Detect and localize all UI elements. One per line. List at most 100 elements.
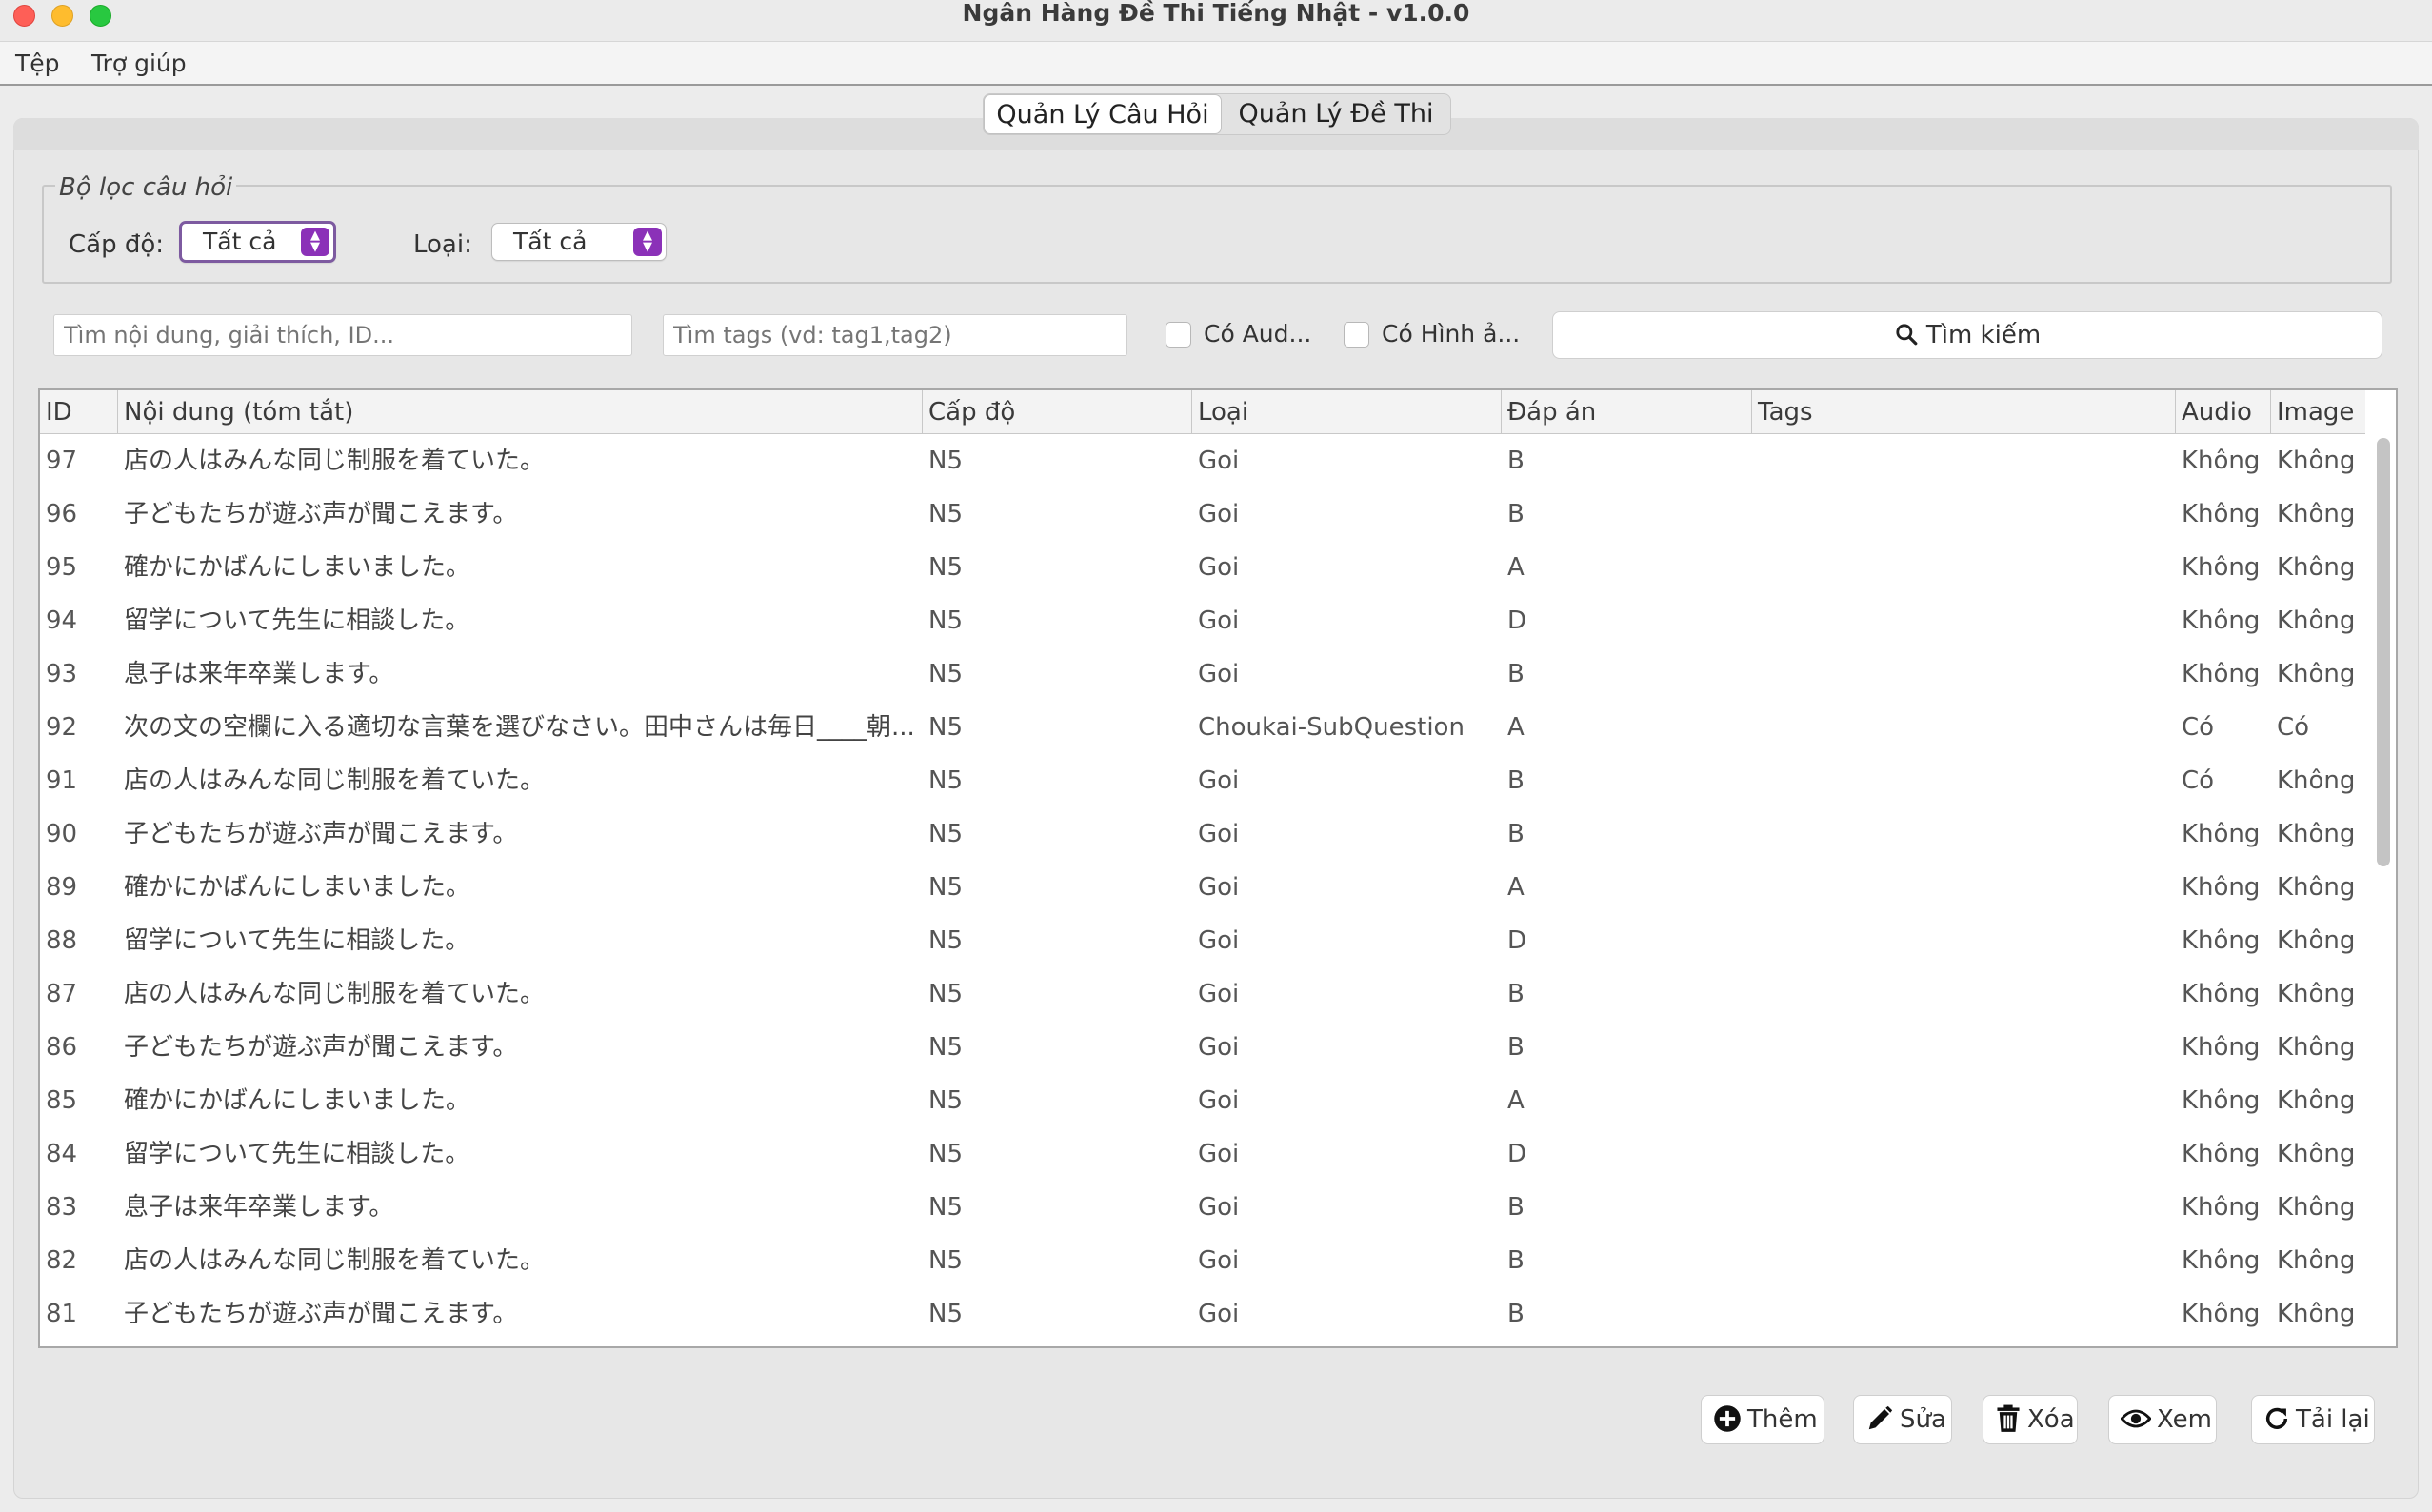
cell-audio: Không bbox=[2182, 553, 2261, 582]
menu-file[interactable]: Tệp bbox=[15, 50, 60, 77]
table-row[interactable]: 82 店の人はみんな同じ制服を着ていた。 N5 Goi B Không Không bbox=[40, 1234, 2365, 1287]
table-row[interactable]: 91 店の人はみんな同じ制服を着ていた。 N5 Goi B Có Không bbox=[40, 754, 2365, 807]
cell-image: Không bbox=[2277, 820, 2356, 848]
table-row[interactable]: 86 子どもたちが遊ぶ声が聞こえます。 N5 Goi B Không Không bbox=[40, 1021, 2365, 1074]
table-row[interactable]: 85 確かにかばんにしまいました。 N5 Goi A Không Không bbox=[40, 1074, 2365, 1127]
cell-image: Không bbox=[2277, 766, 2356, 795]
column-header-level[interactable]: Cấp độ bbox=[923, 390, 1192, 434]
cell-level: N5 bbox=[928, 553, 963, 582]
edit-button[interactable]: Sửa bbox=[1853, 1395, 1952, 1444]
cell-image: Không bbox=[2277, 1086, 2356, 1115]
cell-id: 94 bbox=[46, 607, 78, 635]
table-row[interactable]: 89 確かにかばんにしまいました。 N5 Goi A Không Không bbox=[40, 861, 2365, 914]
cell-type: Goi bbox=[1198, 1193, 1240, 1222]
cell-level: N5 bbox=[928, 820, 963, 848]
table-row[interactable]: 83 息子は来年卒業します。 N5 Goi B Không Không bbox=[40, 1181, 2365, 1234]
search-icon bbox=[1896, 323, 1918, 345]
column-header-content[interactable]: Nội dung (tóm tắt) bbox=[118, 390, 923, 434]
tab-question-management[interactable]: Quản Lý Câu Hỏi bbox=[984, 94, 1222, 134]
column-header-type[interactable]: Loại bbox=[1192, 390, 1502, 434]
table-row[interactable]: 97 店の人はみんな同じ制服を着ていた。 N5 Goi B Không Không bbox=[40, 434, 2365, 487]
type-label: Loại: bbox=[413, 230, 472, 259]
cell-audio: Có bbox=[2182, 766, 2215, 795]
cell-tags bbox=[1752, 487, 2176, 541]
table-row[interactable]: 81 子どもたちが遊ぶ声が聞こえます。 N5 Goi B Không Không bbox=[40, 1287, 2365, 1341]
cell-answer: B bbox=[1507, 1033, 1525, 1062]
cell-type: Goi bbox=[1198, 1086, 1240, 1115]
image-checkbox[interactable] bbox=[1344, 322, 1369, 348]
cell-answer: A bbox=[1507, 713, 1525, 742]
level-select[interactable]: Tất cả ▲ ▼ bbox=[179, 221, 336, 263]
trash-icon bbox=[1997, 1404, 2020, 1432]
table-row[interactable]: 95 確かにかばんにしまいました。 N5 Goi A Không Không bbox=[40, 541, 2365, 594]
cell-answer: B bbox=[1507, 500, 1525, 528]
cell-audio: Không bbox=[2182, 1193, 2261, 1222]
menu-bar: Tệp Trợ giúp bbox=[0, 42, 2432, 86]
cell-content: 店の人はみんな同じ制服を着ていた。 bbox=[124, 980, 546, 1008]
reload-button[interactable]: Tải lại bbox=[2251, 1395, 2375, 1444]
search-button[interactable]: Tìm kiếm bbox=[1552, 311, 2382, 359]
cell-type: Goi bbox=[1198, 1300, 1240, 1328]
view-button[interactable]: Xem bbox=[2108, 1395, 2217, 1444]
level-select-value: Tất cả bbox=[203, 228, 277, 255]
table-row[interactable]: 84 留学について先生に相談した。 N5 Goi D Không Không bbox=[40, 1127, 2365, 1181]
cell-level: N5 bbox=[928, 1300, 963, 1328]
column-header-answer[interactable]: Đáp án bbox=[1502, 390, 1752, 434]
cell-type: Goi bbox=[1198, 980, 1240, 1008]
up-down-chevron-icon: ▲ ▼ bbox=[633, 228, 662, 256]
cell-answer: D bbox=[1507, 1140, 1527, 1168]
tags-search-input[interactable] bbox=[663, 314, 1127, 356]
cell-level: N5 bbox=[928, 660, 963, 688]
cell-content: 確かにかばんにしまいました。 bbox=[124, 873, 471, 902]
cell-content: 店の人はみんな同じ制服を着ていた。 bbox=[124, 447, 546, 475]
cell-level: N5 bbox=[928, 1246, 963, 1275]
cell-tags bbox=[1752, 594, 2176, 647]
cell-audio: Không bbox=[2182, 607, 2261, 635]
type-select[interactable]: Tất cả ▲ ▼ bbox=[491, 223, 667, 261]
audio-checkbox[interactable] bbox=[1166, 322, 1191, 348]
tab-exam-management[interactable]: Quản Lý Đề Thi bbox=[1222, 94, 1450, 134]
cell-tags bbox=[1752, 807, 2176, 861]
cell-image: Không bbox=[2277, 660, 2356, 688]
column-header-tags[interactable]: Tags bbox=[1752, 390, 2176, 434]
cell-level: N5 bbox=[928, 873, 963, 902]
add-button[interactable]: Thêm bbox=[1701, 1395, 1824, 1444]
delete-button[interactable]: Xóa bbox=[1983, 1395, 2078, 1444]
cell-answer: B bbox=[1507, 1246, 1525, 1275]
cell-id: 88 bbox=[46, 926, 78, 955]
cell-type: Goi bbox=[1198, 1140, 1240, 1168]
table-row[interactable]: 94 留学について先生に相談した。 N5 Goi D Không Không bbox=[40, 594, 2365, 647]
table-body: 97 店の人はみんな同じ制服を着ていた。 N5 Goi B Không Không 96 子ども… bbox=[40, 434, 2365, 1341]
title-bar: Ngân Hàng Đề Thi Tiếng Nhật - v1.0.0 bbox=[0, 0, 2432, 42]
column-header-audio[interactable]: Audio bbox=[2176, 390, 2271, 434]
cell-level: N5 bbox=[928, 713, 963, 742]
cell-image: Không bbox=[2277, 1140, 2356, 1168]
cell-level: N5 bbox=[928, 1140, 963, 1168]
table-row[interactable]: 92 次の文の空欄に入る適切な言葉を選びなさい。田中さんは毎日____朝... N5… bbox=[40, 701, 2365, 754]
content-search-input[interactable] bbox=[53, 314, 632, 356]
audio-checkbox-label: Có Aud... bbox=[1204, 320, 1312, 348]
refresh-icon bbox=[2265, 1407, 2288, 1429]
menu-help[interactable]: Trợ giúp bbox=[91, 50, 187, 77]
table-row[interactable]: 93 息子は来年卒業します。 N5 Goi B Không Không bbox=[40, 647, 2365, 701]
cell-id: 87 bbox=[46, 980, 78, 1008]
cell-id: 93 bbox=[46, 660, 78, 688]
cell-level: N5 bbox=[928, 980, 963, 1008]
cell-answer: D bbox=[1507, 926, 1527, 955]
cell-audio: Không bbox=[2182, 1300, 2261, 1328]
column-header-image[interactable]: Image bbox=[2271, 390, 2365, 434]
table-row[interactable]: 88 留学について先生に相談した。 N5 Goi D Không Không bbox=[40, 914, 2365, 967]
table-row[interactable]: 87 店の人はみんな同じ制服を着ていた。 N5 Goi B Không Không bbox=[40, 967, 2365, 1021]
cell-level: N5 bbox=[928, 447, 963, 475]
table-row[interactable]: 96 子どもたちが遊ぶ声が聞こえます。 N5 Goi B Không Không bbox=[40, 487, 2365, 541]
cell-tags bbox=[1752, 1021, 2176, 1074]
column-header-id[interactable]: ID bbox=[40, 390, 118, 434]
cell-image: Có bbox=[2277, 713, 2310, 742]
cell-level: N5 bbox=[928, 1193, 963, 1222]
table-scrollbar[interactable] bbox=[2377, 438, 2390, 866]
cell-tags bbox=[1752, 967, 2176, 1021]
cell-answer: A bbox=[1507, 873, 1525, 902]
table-row[interactable]: 90 子どもたちが遊ぶ声が聞こえます。 N5 Goi B Không Không bbox=[40, 807, 2365, 861]
cell-level: N5 bbox=[928, 1033, 963, 1062]
cell-content: 子どもたちが遊ぶ声が聞こえます。 bbox=[124, 1300, 518, 1328]
